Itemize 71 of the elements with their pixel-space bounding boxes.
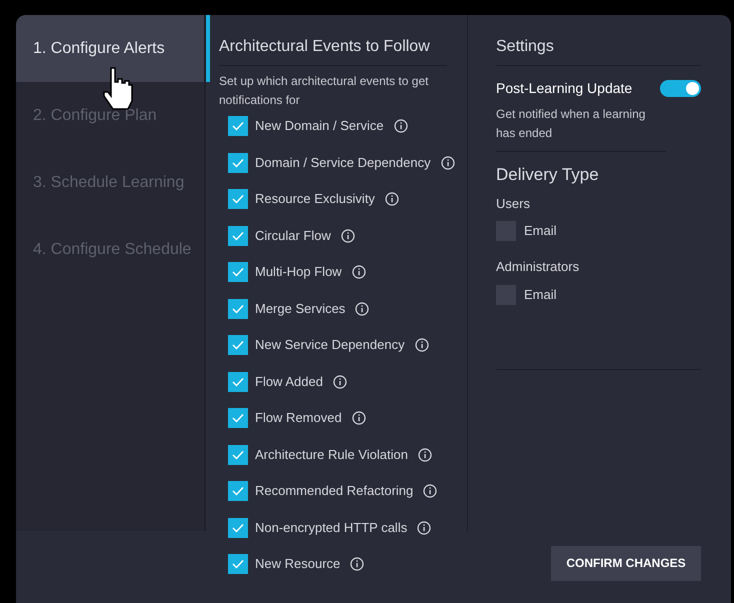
checkbox[interactable]	[228, 335, 248, 355]
section-title: Delivery Type	[496, 164, 600, 186]
checkbox[interactable]	[228, 481, 248, 501]
info-icon[interactable]	[352, 265, 366, 279]
step-tab[interactable]: 1. Configure Alerts	[16, 15, 204, 82]
check-icon	[232, 376, 244, 386]
info-icon[interactable]	[350, 557, 364, 571]
check-icon	[232, 559, 244, 569]
step-tab[interactable]: 4. Configure Schedule	[16, 216, 204, 283]
section-title: Architectural Events to Follow	[219, 35, 447, 66]
info-icon[interactable]	[352, 411, 366, 425]
check-icon	[232, 267, 244, 277]
section-title: Settings	[496, 35, 701, 66]
confirm-button[interactable]: CONFIRM CHANGES	[551, 546, 701, 580]
toggle-label: Post-Learning Update	[496, 79, 632, 98]
event-label: Resource Exclusivity	[255, 190, 375, 208]
check-icon	[232, 413, 244, 423]
checkbox[interactable]	[228, 262, 248, 282]
check-icon	[232, 121, 244, 131]
event-label: Flow Added	[255, 372, 323, 391]
event-label: Flow Removed	[255, 409, 342, 428]
option-label: Email	[524, 286, 557, 304]
info-icon[interactable]	[340, 228, 355, 242]
event-label: Multi-Hop Flow	[255, 263, 342, 282]
check-icon	[232, 230, 244, 240]
check-icon	[232, 486, 244, 496]
checkbox[interactable]	[228, 116, 248, 136]
checkbox[interactable]	[228, 298, 248, 318]
check-icon	[232, 194, 244, 204]
check-icon	[232, 522, 244, 532]
event-label: New Service Dependency	[255, 336, 405, 354]
check-icon	[232, 158, 244, 168]
group-label: Administrators	[496, 258, 580, 276]
toggle-switch[interactable]	[660, 80, 701, 97]
info-icon[interactable]	[394, 119, 408, 133]
step-tab[interactable]: 2. Configure Plan	[16, 82, 204, 149]
event-label: Merge Services	[255, 300, 346, 318]
info-icon[interactable]	[332, 374, 347, 388]
event-label: Architecture Rule Violation	[255, 446, 408, 464]
toggle-description: Get notified when a learning has ended	[496, 105, 666, 152]
step-tab[interactable]: 3. Schedule Learning	[16, 149, 204, 216]
event-label: New Resource	[255, 555, 340, 574]
event-label: Circular Flow	[255, 226, 331, 245]
checkbox[interactable]	[228, 372, 248, 392]
checkbox[interactable]	[228, 408, 248, 428]
checkbox[interactable]	[228, 189, 248, 209]
check-icon	[232, 304, 244, 314]
check-icon	[232, 340, 244, 350]
group-label: Users	[496, 194, 531, 212]
info-icon[interactable]	[440, 156, 455, 170]
section-description: Set up which architectural events to get notifications for	[219, 73, 430, 109]
info-icon[interactable]	[418, 448, 432, 462]
checkbox[interactable]	[228, 226, 248, 246]
checkbox[interactable]	[496, 284, 516, 304]
event-label: New Domain / Service	[255, 117, 384, 136]
event-label: Non-encrypted HTTP calls	[255, 518, 408, 537]
check-icon	[232, 450, 244, 460]
info-icon[interactable]	[384, 192, 399, 206]
checkbox[interactable]	[228, 444, 248, 464]
info-icon[interactable]	[355, 302, 370, 316]
active-step-indicator	[206, 15, 210, 82]
checkbox[interactable]	[228, 518, 248, 538]
info-icon[interactable]	[414, 338, 429, 352]
checkbox[interactable]	[228, 152, 248, 172]
checkbox[interactable]	[496, 221, 516, 241]
info-icon[interactable]	[423, 484, 438, 498]
option-label: Email	[524, 222, 557, 240]
event-label: Domain / Service Dependency	[255, 154, 431, 172]
info-icon[interactable]	[417, 520, 432, 534]
event-label: Recommended Refactoring	[255, 482, 414, 500]
checkbox[interactable]	[228, 554, 248, 574]
